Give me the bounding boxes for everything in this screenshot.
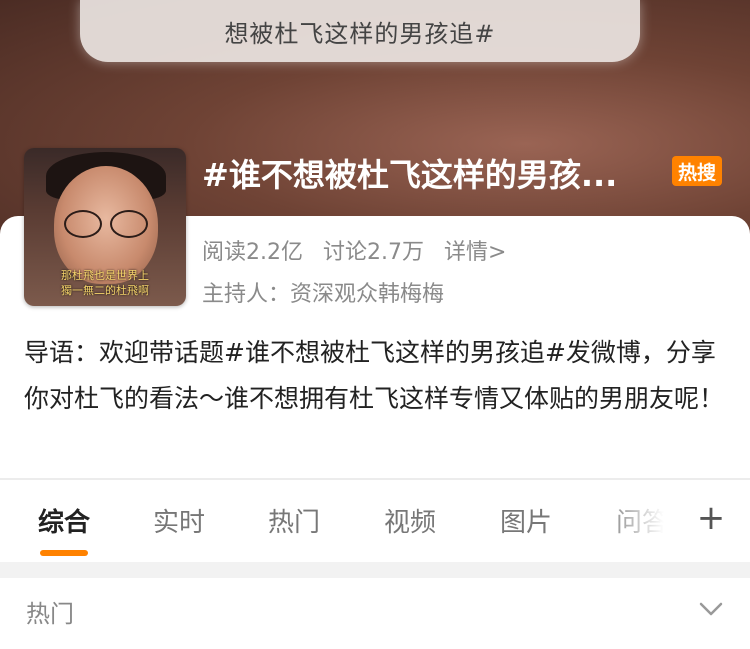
read-count: 阅读2.2亿: [202, 240, 303, 265]
details-link[interactable]: 详情>: [444, 234, 506, 266]
hot-section-header[interactable]: 热门: [0, 578, 750, 649]
topic-stats: 阅读2.2亿 讨论2.7万 详情>: [202, 234, 506, 266]
cover-caption-line1: 那杜飛也是世界上: [61, 269, 149, 282]
hot-badge: 热搜: [672, 156, 723, 186]
active-tab-indicator: [40, 550, 88, 556]
tab-overflow-fade: [600, 480, 680, 562]
topic-host[interactable]: 主持人：资深观众韩梅梅: [202, 276, 444, 308]
tab-video[interactable]: 视频: [384, 502, 436, 539]
search-bar[interactable]: 想被杜飞这样的男孩追#: [80, 0, 640, 62]
cover-caption: 那杜飛也是世界上 獨一無二的杜飛啊: [24, 268, 186, 298]
tab-hot[interactable]: 热门: [268, 502, 320, 539]
tab-bar: 综合 实时 热门 视频 图片 问答 +: [0, 480, 750, 562]
discussion-count: 讨论2.7万: [323, 240, 424, 265]
topic-title: #谁不想被杜飞这样的男孩...: [202, 156, 618, 194]
tab-images[interactable]: 图片: [500, 502, 552, 539]
search-text: 想被杜飞这样的男孩追#: [224, 19, 496, 48]
tab-comprehensive[interactable]: 综合: [38, 502, 90, 539]
cover-caption-line2: 獨一無二的杜飛啊: [61, 284, 149, 297]
chevron-down-icon[interactable]: [698, 596, 724, 622]
cover-glasses: [64, 210, 148, 238]
section-gap: [0, 562, 750, 578]
topic-cover-image[interactable]: 那杜飛也是世界上 獨一無二的杜飛啊: [24, 148, 186, 306]
tab-realtime[interactable]: 实时: [153, 502, 205, 539]
plus-icon[interactable]: +: [694, 498, 728, 538]
topic-intro: 导语：欢迎带话题#谁不想被杜飞这样的男孩追#发微博，分享你对杜飞的看法～谁不想拥…: [24, 338, 725, 413]
section-title: 热门: [26, 600, 74, 628]
